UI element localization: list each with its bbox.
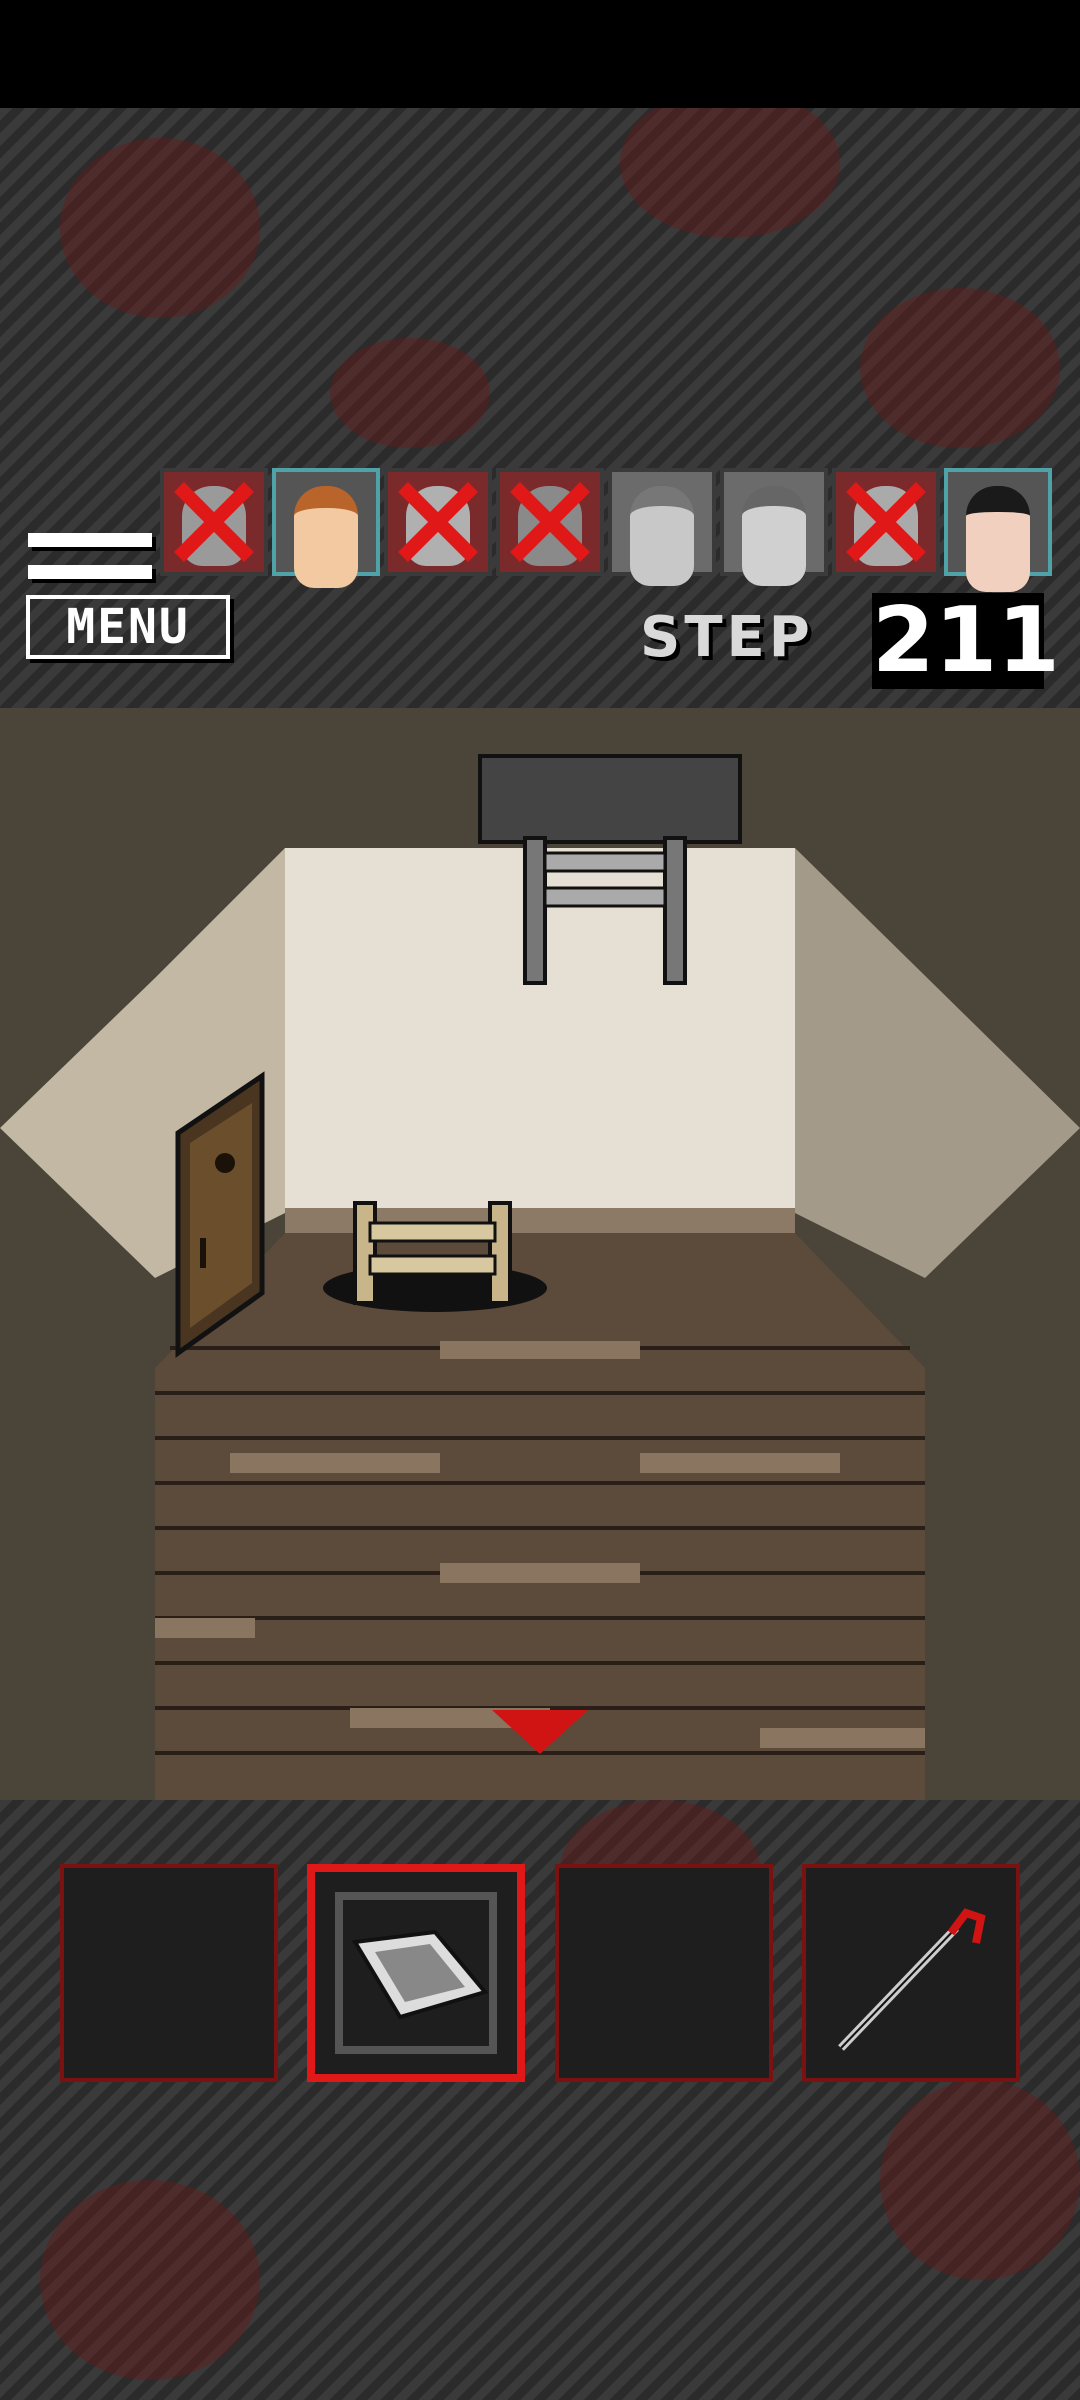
blood-stain [330,338,490,448]
character-portrait[interactable] [384,468,492,576]
hook-pole-icon [838,1908,986,2051]
character-face [630,486,694,586]
inventory-slot[interactable] [60,1864,278,2082]
character-portrait[interactable] [608,468,716,586]
dead-x-icon [398,482,478,562]
character-portrait[interactable] [832,468,940,576]
menu-button[interactable]: MENU [24,525,230,665]
dead-x-icon [846,482,926,562]
character-face [966,486,1030,592]
menu-label: MENU [26,595,230,659]
inventory-slot[interactable] [555,1864,773,2082]
character-face [742,486,806,586]
blood-stain [880,2080,1080,2280]
step-counter: 211 [872,588,1060,693]
step-label: STEP [640,605,814,670]
inventory-panel [0,1800,1080,2400]
blood-stain [40,2180,260,2380]
character-face [294,486,358,588]
character-portraits [160,468,1056,592]
status-bar [0,0,1080,108]
inventory-slot-selected[interactable] [307,1864,525,2082]
character-portrait[interactable] [720,468,828,586]
blood-stain [860,288,1060,448]
photo-card-icon [351,1929,489,2020]
menu-icon-bar [28,565,152,579]
inventory-slot[interactable] [802,1864,1020,2082]
menu-icon-bar [28,533,152,547]
dead-x-icon [510,482,590,562]
blood-stain [620,108,840,238]
character-portrait[interactable] [944,468,1052,592]
room-scene[interactable] [0,708,1080,1800]
character-portrait[interactable] [496,468,604,576]
blood-stain [60,138,260,318]
character-portrait[interactable] [272,468,380,588]
